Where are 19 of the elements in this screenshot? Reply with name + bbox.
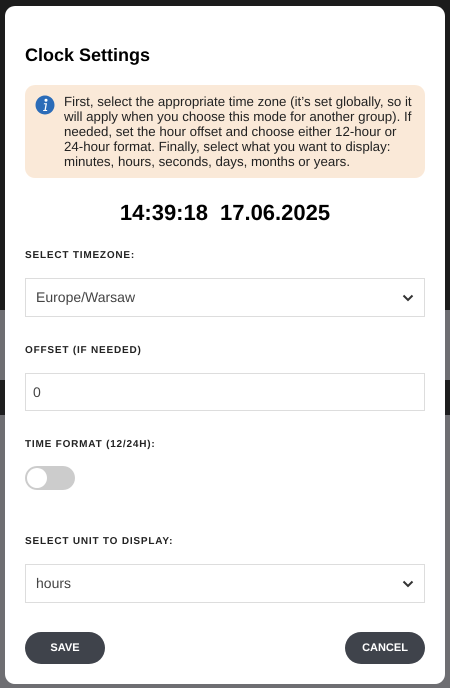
- dialog-title: Clock Settings: [25, 44, 152, 66]
- chevron-down-icon: [402, 294, 414, 302]
- cancel-button[interactable]: CANCEL: [345, 632, 425, 664]
- select-value: hours: [36, 574, 72, 593]
- chevron-down-icon: [402, 580, 414, 588]
- field-label: SELECT UNIT TO DISPLAY:: [25, 535, 174, 549]
- clock-time: 14:39:18: [120, 200, 208, 226]
- field-label: TIME FORMAT (12/24H):: [25, 438, 157, 452]
- save-button[interactable]: SAVE: [25, 632, 105, 664]
- info-icon: [35, 95, 55, 115]
- format-toggle[interactable]: [25, 466, 75, 490]
- field-label: SELECT TIMEZONE:: [25, 249, 136, 263]
- select-field[interactable]: hours: [25, 564, 425, 603]
- info-text: First, select the appropriate time zone (it’s set globally, so it will apply when you choose this mode for another group). If needed, set the hour offset and choose either 12-hour or 24-hour format. Finally, select what you want to display: minutes, hours, seconds, days, months or years.: [64, 94, 413, 169]
- offset-input[interactable]: 0: [25, 373, 425, 411]
- select-value: Europe/Warsaw: [36, 288, 136, 307]
- select-field[interactable]: Europe/Warsaw: [25, 278, 425, 317]
- field-label: OFFSET (IF NEEDED): [25, 344, 143, 358]
- clock-date: 17.06.2025: [220, 200, 330, 226]
